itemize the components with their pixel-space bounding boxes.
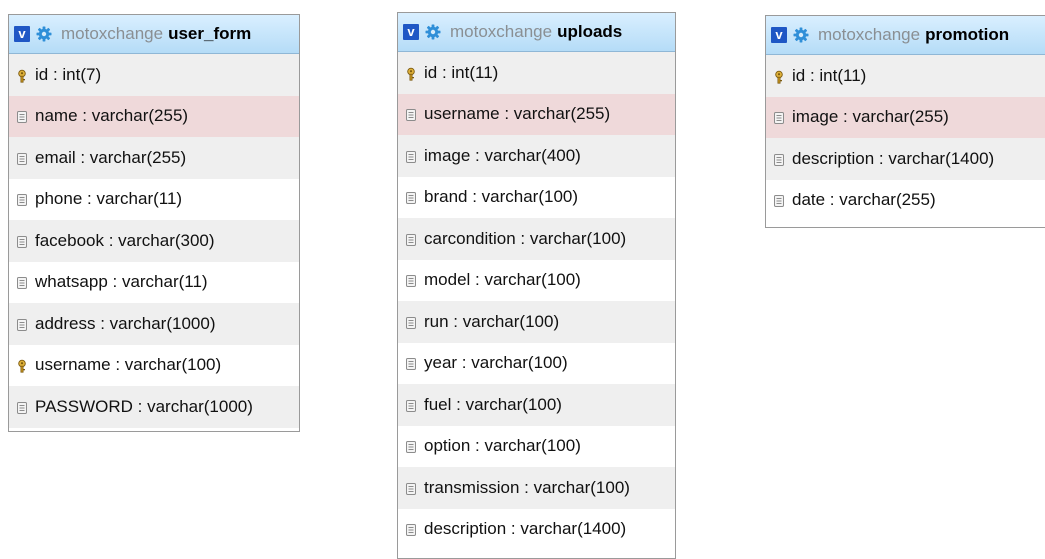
gear-icon[interactable]: [425, 24, 441, 40]
column-label: image : varchar(400): [424, 145, 581, 165]
collapse-toggle-button[interactable]: v: [403, 24, 419, 40]
column-row[interactable]: PASSWORD : varchar(1000): [9, 386, 299, 428]
column-row[interactable]: year : varchar(100): [398, 343, 675, 385]
gear-icon[interactable]: [793, 27, 809, 43]
column-row[interactable]: fuel : varchar(100): [398, 384, 675, 426]
column-row[interactable]: transmission : varchar(100): [398, 467, 675, 509]
database-name: motoxchange: [61, 24, 164, 43]
column-row[interactable]: id : int(11): [766, 55, 1045, 97]
column-icon: [772, 193, 786, 208]
column-label: whatsapp : varchar(11): [35, 272, 208, 292]
column-icon: [404, 107, 418, 122]
column-list: id : int(11) username : varchar(255) image…: [398, 52, 675, 550]
column-label: id : int(11): [792, 65, 867, 85]
column-row[interactable]: name : varchar(255): [9, 95, 299, 137]
column-icon: [15, 109, 29, 124]
column-label: description : varchar(1400): [424, 519, 627, 539]
column-label: username : varchar(100): [35, 355, 222, 375]
column-row[interactable]: description : varchar(1400): [398, 509, 675, 551]
database-name: motoxchange: [818, 25, 921, 44]
column-row[interactable]: phone : varchar(11): [9, 179, 299, 221]
column-icon: [404, 149, 418, 163]
column-label: phone : varchar(11): [35, 189, 183, 209]
column-icon: [15, 234, 29, 248]
column-label: model : varchar(100): [424, 270, 581, 290]
column-row[interactable]: facebook : varchar(300): [9, 220, 299, 262]
column-row[interactable]: model : varchar(100): [398, 260, 675, 302]
column-icon: [772, 110, 786, 125]
column-row[interactable]: whatsapp : varchar(11): [9, 262, 299, 304]
key-icon: [15, 68, 29, 83]
column-icon: [772, 152, 786, 166]
gear-icon[interactable]: [36, 26, 52, 42]
column-label: option : varchar(100): [424, 436, 581, 456]
database-name: motoxchange: [450, 22, 553, 41]
column-label: email : varchar(255): [35, 147, 187, 167]
column-row[interactable]: id : int(7): [9, 54, 299, 96]
key-icon: [15, 358, 29, 373]
column-row[interactable]: image : varchar(400): [398, 135, 675, 177]
column-label: id : int(11): [424, 62, 499, 82]
column-icon: [15, 192, 29, 207]
column-label: name : varchar(255): [35, 106, 189, 126]
table-name: promotion: [925, 25, 1010, 44]
column-label: facebook : varchar(300): [35, 230, 215, 250]
key-icon: [772, 69, 786, 84]
collapse-toggle-button[interactable]: v: [14, 26, 30, 42]
column-row[interactable]: username : varchar(255): [398, 93, 675, 135]
column-label: year : varchar(100): [424, 353, 568, 373]
column-label: username : varchar(255): [424, 104, 611, 124]
column-icon: [404, 273, 418, 288]
table-header[interactable]: v motoxchange uploads: [398, 13, 675, 52]
column-row[interactable]: id : int(11): [398, 52, 675, 94]
column-icon: [15, 317, 29, 331]
table-name: user_form: [168, 24, 252, 43]
column-label: carcondition : varchar(100): [424, 228, 627, 248]
column-row[interactable]: date : varchar(255): [766, 180, 1045, 222]
column-row[interactable]: option : varchar(100): [398, 426, 675, 468]
column-row[interactable]: description : varchar(1400): [766, 138, 1045, 180]
column-icon: [15, 275, 29, 290]
table-promotion[interactable]: v motoxchange promotion id : int(11) image :…: [765, 15, 1045, 228]
column-row[interactable]: username : varchar(100): [9, 345, 299, 387]
column-label: run : varchar(100): [424, 311, 560, 331]
column-icon: [15, 400, 29, 414]
column-label: fuel : varchar(100): [424, 394, 562, 414]
column-list: id : int(11) image : varchar(255) descript…: [766, 55, 1045, 221]
column-label: id : int(7): [35, 64, 102, 84]
table-uploads[interactable]: v motoxchange uploads id : int(11) username …: [397, 12, 676, 559]
column-row[interactable]: address : varchar(1000): [9, 303, 299, 345]
column-icon: [404, 315, 418, 329]
column-icon: [404, 190, 418, 205]
column-row[interactable]: carcondition : varchar(100): [398, 218, 675, 260]
column-label: description : varchar(1400): [792, 148, 995, 168]
column-icon: [404, 232, 418, 246]
column-icon: [404, 398, 418, 412]
column-label: PASSWORD : varchar(1000): [35, 396, 253, 416]
column-label: transmission : varchar(100): [424, 477, 630, 497]
column-row[interactable]: brand : varchar(100): [398, 177, 675, 219]
collapse-toggle-button[interactable]: v: [771, 27, 787, 43]
table-user-form[interactable]: v motoxchange user_formid : int(7) name : v…: [8, 14, 300, 432]
column-icon: [15, 151, 29, 165]
column-label: date : varchar(255): [792, 190, 936, 210]
column-list: id : int(7) name : varchar(255) email : va…: [9, 54, 299, 428]
column-icon: [404, 356, 418, 371]
column-row[interactable]: email : varchar(255): [9, 137, 299, 179]
column-icon: [404, 439, 418, 454]
key-icon: [404, 66, 418, 81]
column-label: image : varchar(255): [792, 107, 949, 127]
column-row[interactable]: run : varchar(100): [398, 301, 675, 343]
column-label: address : varchar(1000): [35, 313, 216, 333]
column-icon: [404, 481, 418, 495]
table-header[interactable]: v motoxchange promotion: [766, 16, 1045, 55]
column-icon: [404, 522, 418, 537]
column-label: brand : varchar(100): [424, 187, 579, 207]
table-name: uploads: [557, 22, 623, 41]
column-row[interactable]: image : varchar(255): [766, 96, 1045, 138]
table-header[interactable]: v motoxchange user_form: [9, 15, 299, 54]
